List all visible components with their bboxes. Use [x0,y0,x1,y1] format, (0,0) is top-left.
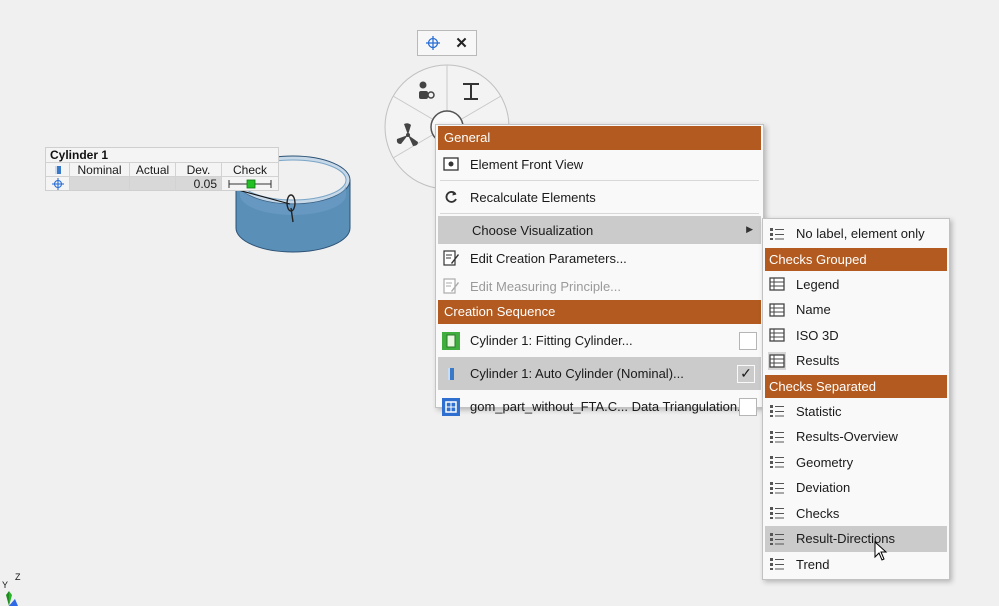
edit-creation-parameters-item[interactable]: Edit Creation Parameters... [436,244,763,272]
viz-item-statistic[interactable]: Statistic [763,399,949,425]
divider [440,213,759,214]
element-front-view-label: Element Front View [470,156,584,172]
mesh-icon [440,396,462,418]
sequence-label: Cylinder 1: Auto Cylinder (Nominal)... [470,366,684,381]
table-icon [768,326,786,344]
target-button[interactable] [418,31,447,55]
viz-item-label: Geometry [796,454,854,470]
viz-item-label: Name [796,302,831,318]
close-icon: ✕ [455,35,468,52]
viz-item-trend[interactable]: Trend [763,552,949,578]
cylinder-icon [54,165,61,174]
edit-icon [442,249,460,267]
sequence-label: gom_part_without_FTA.C... Data Triangula… [470,399,748,414]
section-header-general: General [438,126,761,150]
header-check: Check [222,162,278,177]
viz-item-legend[interactable]: Legend [763,272,949,298]
label-list-icon [768,530,786,548]
label-list-icon [768,479,786,497]
edit-creation-parameters-label: Edit Creation Parameters... [470,250,627,266]
label-list-icon [768,555,786,573]
header-dev: Dev. [176,162,222,177]
divider [440,180,759,181]
label-list-icon [768,225,786,243]
sequence-label: Cylinder 1: Fitting Cylinder... [470,333,633,348]
edit-icon [442,277,460,295]
mouse-cursor-icon [874,541,888,561]
recalculate-elements-item[interactable]: Recalculate Elements [436,183,763,211]
refresh-icon [442,188,460,206]
sequence-item-fitting-cylinder[interactable]: Cylinder 1: Fitting Cylinder... [436,324,763,357]
edit-measuring-principle-label: Edit Measuring Principle... [470,278,622,294]
value-actual [130,176,176,190]
axis-z-label: Z [15,572,21,582]
context-menu: General Element Front View Recalculate E… [435,124,764,416]
sequence-checkbox[interactable]: ✓ [737,364,755,383]
element-label[interactable]: Cylinder 1 Nominal Actual Dev. Check 0.0… [45,147,279,191]
crosshair-icon [51,177,64,190]
value-nominal [70,176,130,190]
axes-triad-icon: Y Z [2,572,21,606]
choose-visualization-item[interactable]: Choose Visualization ▶ [438,216,761,244]
viz-item-name[interactable]: Name [763,297,949,323]
viz-item-checks[interactable]: Checks [763,501,949,527]
label-list-icon [768,453,786,471]
close-button[interactable]: ✕ [447,31,476,55]
viz-item-deviation[interactable]: Deviation [763,475,949,501]
check-indicator [222,177,278,190]
header-actual: Actual [130,162,176,177]
visualization-submenu: No label, element only Checks Grouped Le… [762,218,950,580]
recalculate-elements-label: Recalculate Elements [470,189,596,205]
fitting-cylinder-icon [440,330,462,352]
viz-item-result-directions[interactable]: Result-Directions [765,526,947,552]
choose-visualization-label: Choose Visualization [472,222,594,238]
viz-item-iso-3d[interactable]: ISO 3D [763,323,949,349]
viz-item-label: No label, element only [796,226,925,242]
table-icon [768,351,786,370]
label-list-icon [768,428,786,446]
sequence-item-auto-cylinder[interactable]: Cylinder 1: Auto Cylinder (Nominal)... ✓ [438,357,761,390]
check-icon: ✓ [740,365,752,381]
viz-item-results-overview[interactable]: Results-Overview [763,424,949,450]
crosshair-icon [425,36,440,50]
label-title: Cylinder 1 [50,148,109,162]
viz-item-label: Checks [796,505,840,521]
section-header-creation-sequence: Creation Sequence [438,300,761,324]
viz-item-label: Legend [796,276,840,292]
viz-item-no-label[interactable]: No label, element only [763,221,949,247]
sequence-checkbox[interactable] [739,331,757,350]
header-nominal: Nominal [70,162,130,177]
sequence-item-triangulation[interactable]: gom_part_without_FTA.C... Data Triangula… [436,390,763,423]
edit-measuring-principle-item[interactable]: Edit Measuring Principle... [436,272,763,300]
viz-item-label: Results [796,353,840,369]
viz-item-label: ISO 3D [796,327,839,343]
viz-item-label: Statistic [796,403,842,419]
sequence-checkbox[interactable] [739,397,757,416]
mini-toolbar: ✕ [417,30,477,56]
submenu-arrow-icon: ▶ [746,224,753,234]
element-front-view-item[interactable]: Element Front View [436,150,763,178]
viz-item-label: Deviation [796,480,851,496]
table-icon [768,275,786,293]
viz-item-label: Trend [796,556,830,572]
cylinder-icon [440,363,462,385]
label-list-icon [768,402,786,420]
value-dev: 0.05 [176,176,222,191]
section-header-checks-separated: Checks Separated [765,374,947,398]
viz-item-results[interactable]: Results [763,348,949,374]
section-header-checks-grouped: Checks Grouped [765,247,947,271]
front-view-icon [442,155,460,173]
axis-y-label: Y [2,580,8,590]
table-icon [768,301,786,319]
label-list-icon [768,504,786,522]
viz-item-label: Results-Overview [796,429,898,445]
viz-item-geometry[interactable]: Geometry [763,450,949,476]
